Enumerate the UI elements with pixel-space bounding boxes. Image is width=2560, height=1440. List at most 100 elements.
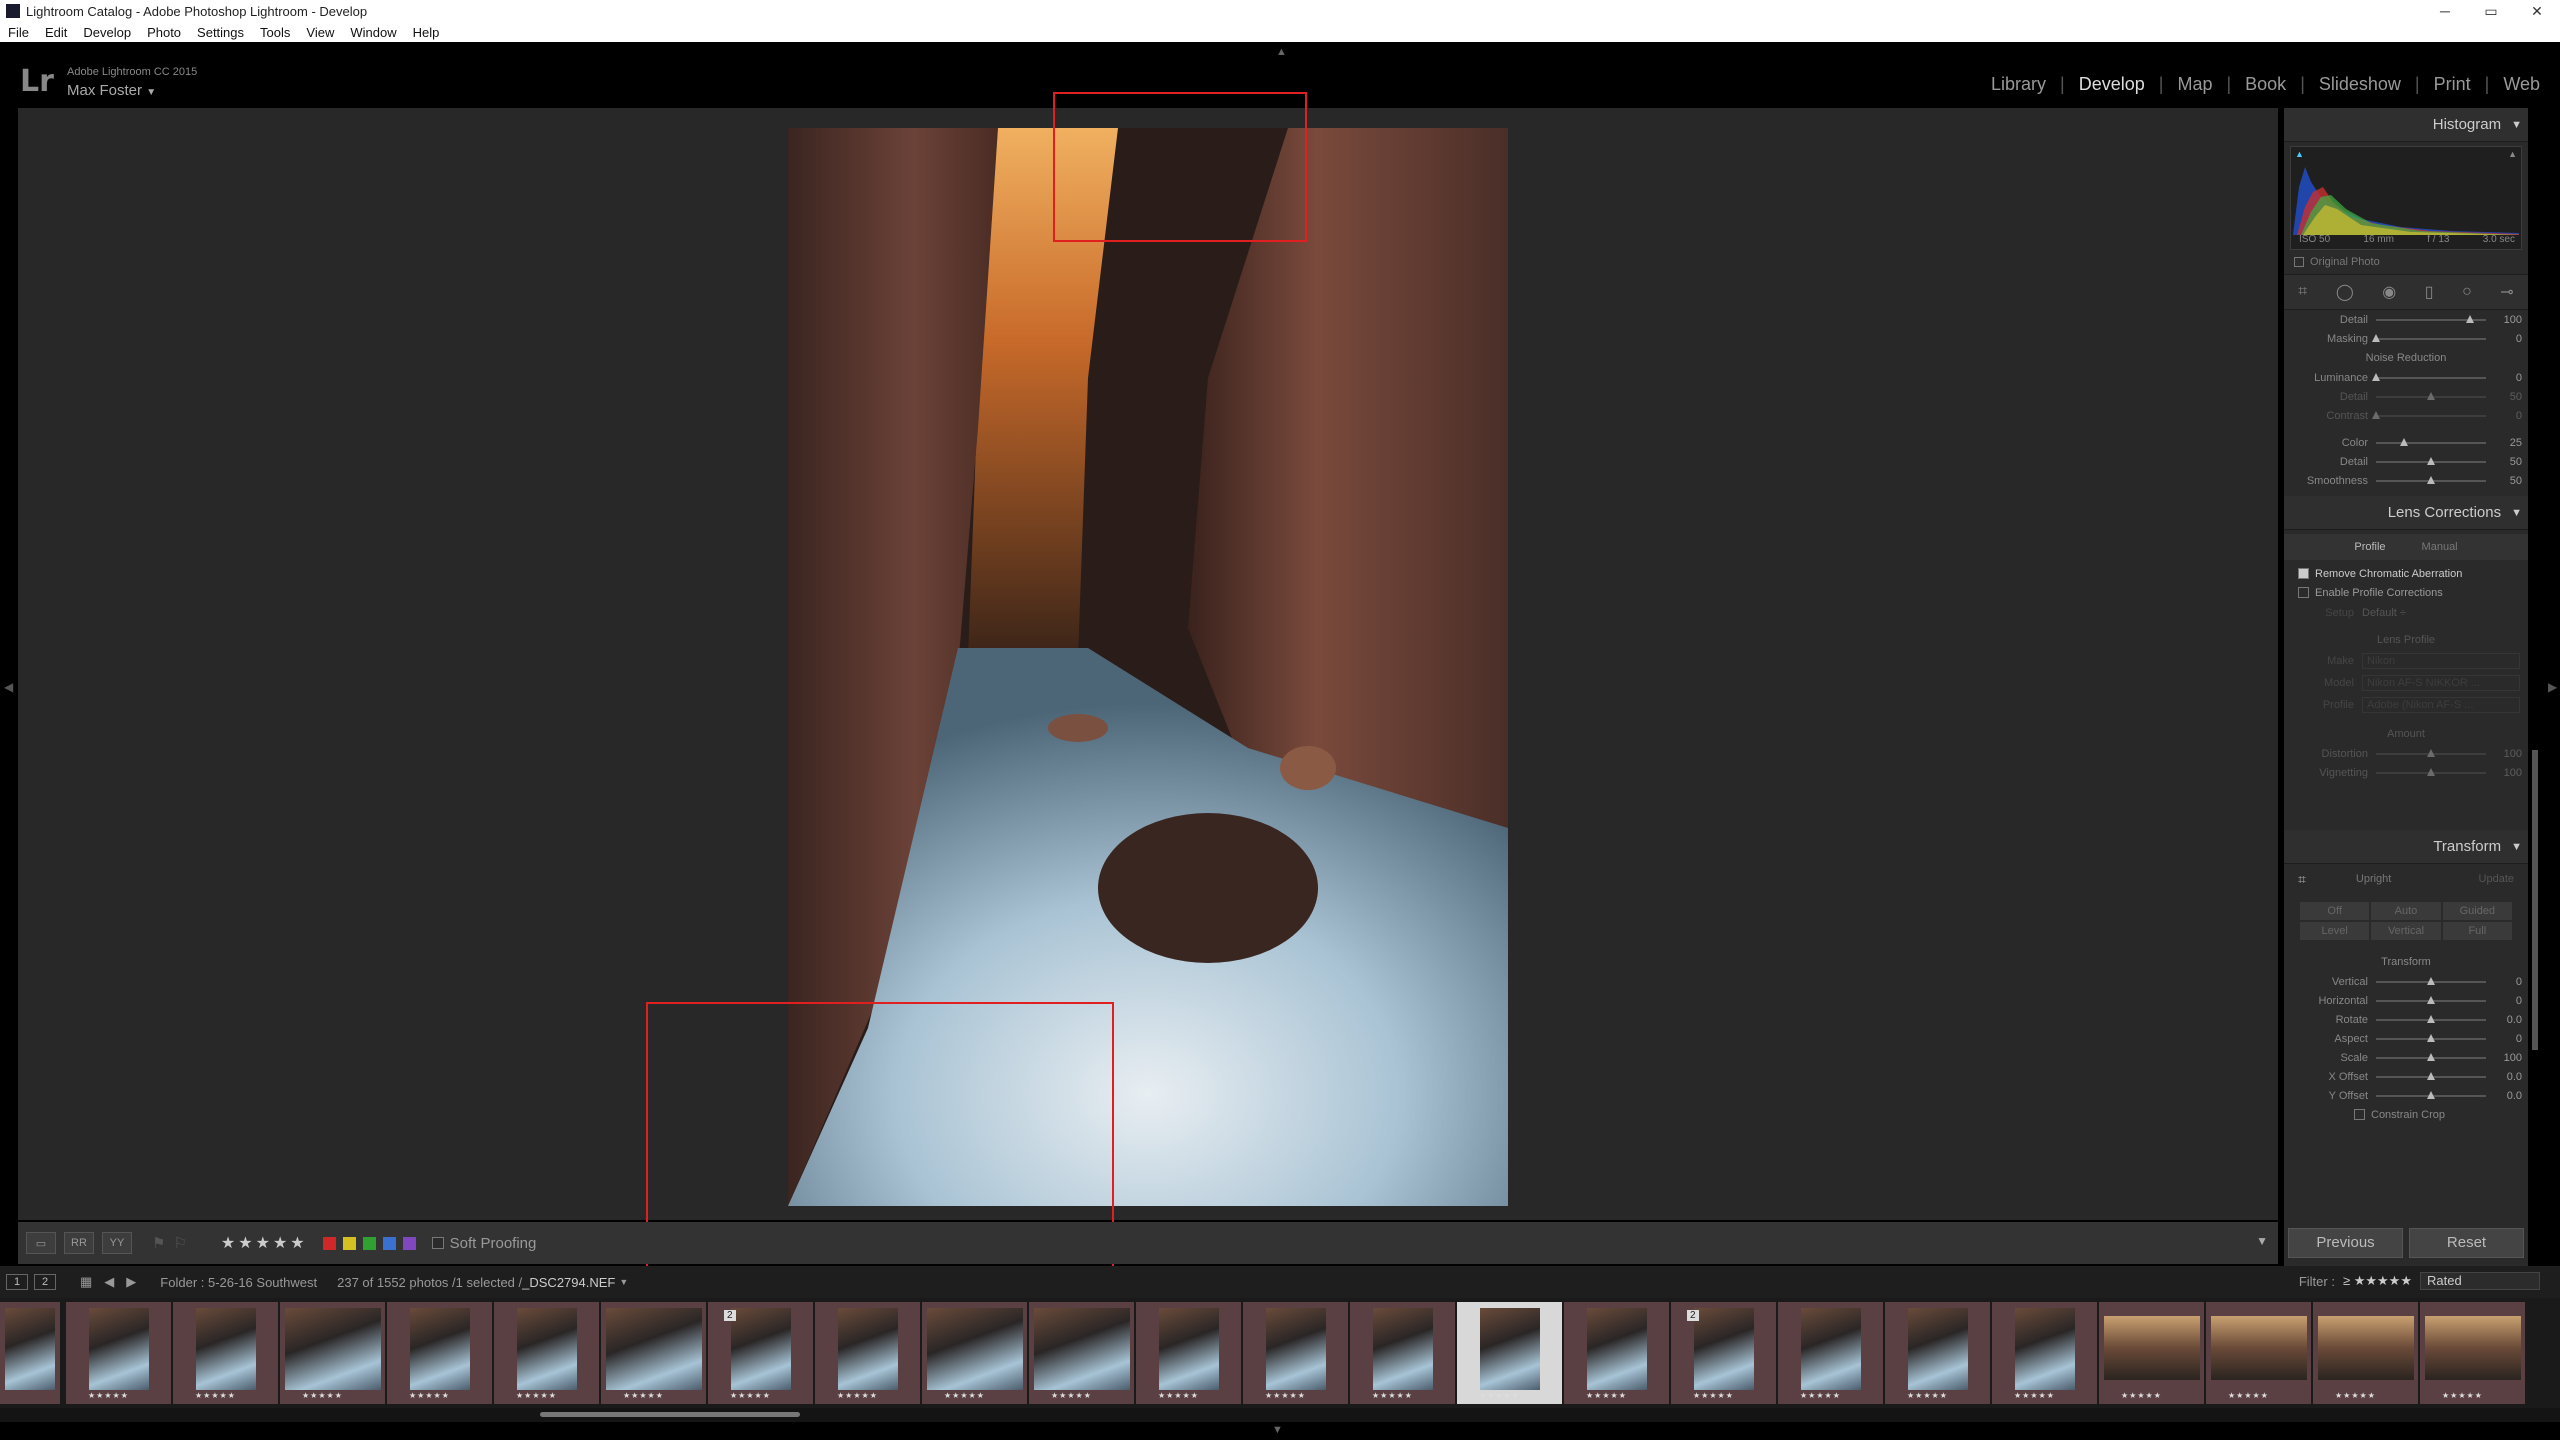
slider-knob[interactable] [2427, 1014, 2435, 1023]
forward-arrow-icon[interactable]: ▶ [126, 1274, 136, 1290]
slider-track[interactable] [2376, 1014, 2486, 1023]
slider-track[interactable] [2376, 767, 2486, 776]
slider-track[interactable] [2376, 1090, 2486, 1099]
transform-slider-vertical[interactable]: Vertical 0 [2284, 972, 2528, 991]
transform-slider-y-offset[interactable]: Y Offset 0.0 [2284, 1086, 2528, 1105]
noise-luminance-slider-detail[interactable]: Detail 50 [2284, 387, 2528, 406]
slider-value[interactable]: 0 [2486, 976, 2522, 988]
collapse-left-panel-icon[interactable]: ◀ [4, 680, 13, 694]
upright-auto-button[interactable]: Auto [2371, 902, 2441, 920]
main-window-button[interactable]: 1 [6, 1274, 28, 1290]
filmstrip-thumbnail[interactable]: ★★★★★ [494, 1302, 599, 1404]
spot-removal-icon[interactable]: ◯ [2336, 282, 2354, 302]
adjustment-brush-icon[interactable]: ⊸ [2500, 282, 2513, 302]
back-arrow-icon[interactable]: ◀ [104, 1274, 114, 1290]
slider-track[interactable] [2376, 1033, 2486, 1042]
module-print[interactable]: Print [2420, 74, 2485, 95]
slider-track[interactable] [2376, 1071, 2486, 1080]
graduated-filter-icon[interactable]: ▯ [2425, 282, 2434, 302]
menu-edit[interactable]: Edit [37, 25, 75, 40]
filmstrip-thumbnail[interactable]: ★★★★★ [1992, 1302, 2097, 1404]
enable-profile-toggle[interactable]: Enable Profile Corrections [2284, 583, 2528, 602]
profile-dropdown[interactable]: Adobe (Nikon AF-S ... [2362, 697, 2520, 713]
color-label-yellow[interactable] [342, 1236, 356, 1250]
slider-knob[interactable] [2427, 748, 2435, 757]
slider-knob[interactable] [2399, 437, 2408, 446]
filmstrip-thumbnail[interactable]: ★★★★★ [1564, 1302, 1669, 1404]
slider-value[interactable]: 0.0 [2486, 1090, 2522, 1102]
color-label-blue[interactable] [382, 1236, 396, 1250]
slider-knob[interactable] [2427, 976, 2435, 985]
transform-header[interactable]: Transform ▼ [2284, 830, 2528, 864]
filter-preset-dropdown[interactable]: Rated [2420, 1272, 2540, 1290]
grid-view-icon[interactable]: ▦ [80, 1274, 92, 1290]
noise-color-slider-color[interactable]: Color 25 [2284, 433, 2528, 452]
soft-proofing-toggle[interactable]: Soft Proofing [431, 1235, 536, 1252]
constrain-crop-toggle[interactable]: Constrain Crop [2284, 1105, 2528, 1124]
original-photo-toggle[interactable]: Original Photo [2294, 256, 2518, 268]
slider-track[interactable] [2372, 410, 2486, 419]
transform-slider-horizontal[interactable]: Horizontal 0 [2284, 991, 2528, 1010]
flag-icon[interactable]: ⚑ [152, 1234, 165, 1252]
noise-color-slider-detail[interactable]: Detail 50 [2284, 452, 2528, 471]
maximize-icon[interactable]: ▭ [2468, 3, 2514, 20]
previous-button[interactable]: Previous [2288, 1228, 2403, 1258]
filmstrip-thumbnail[interactable]: ★★★★★ [280, 1302, 385, 1404]
module-slideshow[interactable]: Slideshow [2305, 74, 2415, 95]
rating-stars[interactable]: ★★★★★ [221, 1233, 308, 1253]
lens-corrections-header[interactable]: Lens Corrections ▼ [2284, 496, 2528, 530]
filmstrip-scroll-thumb[interactable] [540, 1412, 800, 1417]
filmstrip-thumbnail[interactable]: ★★★★★ [2420, 1302, 2525, 1404]
loupe-view-icon[interactable]: ▭ [26, 1232, 56, 1254]
slider-knob[interactable] [2427, 1052, 2435, 1061]
module-book[interactable]: Book [2231, 74, 2300, 95]
highlight-clipping-icon[interactable]: ▲ [2508, 149, 2517, 159]
filmstrip-thumbnail[interactable]: ★★★★★ [1885, 1302, 1990, 1404]
sharpen-slider-detail[interactable]: Detail 100 [2284, 310, 2528, 329]
slider-value[interactable]: 50 [2486, 391, 2522, 403]
slider-value[interactable]: 100 [2486, 748, 2522, 760]
slider-value[interactable]: 0 [2486, 372, 2522, 384]
menu-help[interactable]: Help [405, 25, 448, 40]
crop-tool-icon[interactable]: ⌗ [2298, 283, 2307, 301]
constrain-crop-checkbox[interactable] [2354, 1109, 2365, 1120]
filmstrip-thumbnail[interactable]: ★★★★★ [1457, 1302, 1562, 1404]
module-library[interactable]: Library [1977, 74, 2060, 95]
slider-track[interactable] [2376, 314, 2486, 323]
filmstrip-thumbnail[interactable]: ★★★★★ [815, 1302, 920, 1404]
noise-luminance-slider-contrast[interactable]: Contrast 0 [2284, 406, 2528, 425]
tab-manual[interactable]: Manual [2404, 541, 2476, 553]
collapse-right-panel-icon[interactable]: ▶ [2548, 680, 2557, 694]
menu-file[interactable]: File [0, 25, 37, 40]
transform-slider-scale[interactable]: Scale 100 [2284, 1048, 2528, 1067]
color-label-purple[interactable] [402, 1236, 416, 1250]
before-after-split-icon[interactable]: YY [102, 1232, 132, 1254]
slider-knob[interactable] [2427, 1090, 2435, 1099]
minimize-icon[interactable]: ─ [2422, 3, 2468, 19]
filmstrip-thumbnail[interactable]: ★★★★★ [1350, 1302, 1455, 1404]
soft-proofing-checkbox[interactable] [431, 1237, 444, 1249]
filmstrip-thumbnail[interactable]: ★★★★★ [1029, 1302, 1134, 1404]
slider-value[interactable]: 100 [2486, 1052, 2522, 1064]
upright-guided-button[interactable]: Guided [2442, 902, 2512, 920]
slider-value[interactable]: 0.0 [2486, 1014, 2522, 1026]
update-button[interactable]: Update [2479, 873, 2514, 885]
slider-value[interactable]: 50 [2486, 475, 2522, 487]
upright-off-button[interactable]: Off [2300, 902, 2370, 920]
slider-knob[interactable] [2427, 995, 2435, 1004]
slider-knob[interactable] [2427, 1071, 2435, 1080]
user-name-menu[interactable]: Max Foster ▼ [67, 82, 156, 99]
filmstrip-thumbnail[interactable]: ★★★★★ [1136, 1302, 1241, 1404]
filter-rating-stars[interactable]: ≥ ★★★★★ [2343, 1273, 2412, 1289]
setup-dropdown[interactable]: Default ÷ [2362, 607, 2406, 619]
reject-flag-icon[interactable]: ⚐ [173, 1234, 186, 1252]
color-label-red[interactable] [322, 1236, 336, 1250]
upright-vertical-button[interactable]: Vertical [2371, 922, 2441, 940]
guided-tool-icon[interactable]: ⌗ [2298, 871, 2306, 888]
slider-knob[interactable] [2427, 767, 2435, 776]
menu-settings[interactable]: Settings [189, 25, 252, 40]
menu-tools[interactable]: Tools [252, 25, 298, 40]
filmstrip-thumbnail[interactable]: ★★★★★ [66, 1302, 171, 1404]
remove-ca-checkbox[interactable] [2298, 568, 2309, 579]
slider-value[interactable]: 0 [2486, 410, 2522, 422]
